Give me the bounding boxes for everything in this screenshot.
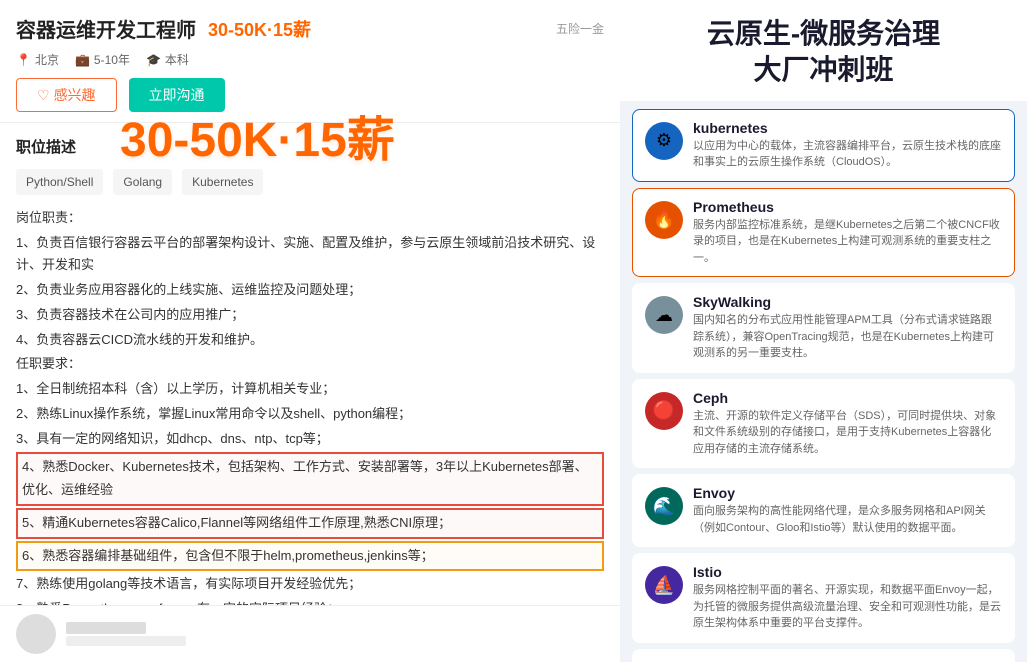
title-line2: 大厂冲刺班 bbox=[753, 54, 893, 85]
istio-desc: 服务网格控制平面的著名、开源实现，和数据平面Envoy一起，为托管的微服务提供高… bbox=[693, 582, 1002, 632]
req-6: 6、熟悉容器编排基础组件，包含但不限于helm,prometheus,jenki… bbox=[16, 541, 604, 572]
job-content: 岗位职责： 1、负责百信银行容器云平台的部署架构设计、实施、配置及维护，参与云原… bbox=[16, 207, 604, 654]
skywalking-desc: 国内知名的分布式应用性能管理APM工具（分布式请求链路跟踪系统），兼容OpenT… bbox=[693, 312, 1002, 362]
req-4: 4、熟悉Docker、Kubernetes技术，包括架构、工作方式、安装部署等，… bbox=[16, 452, 604, 506]
job-title: 容器运维开发工程师 bbox=[16, 14, 196, 43]
salary-tag: 30-50K·15薪 bbox=[208, 16, 311, 42]
istio-icon: ⛵ bbox=[645, 566, 683, 604]
istio-content: Istio 服务网格控制平面的著名、开源实现，和数据平面Envoy一起，为托管的… bbox=[693, 564, 1002, 632]
envoy-icon: 🌊 bbox=[645, 487, 683, 525]
experience-meta: 💼 5-10年 bbox=[75, 51, 130, 68]
ceph-title: Ceph bbox=[693, 390, 1002, 406]
role-2: 2、负责业务应用容器化的上线实施、运维监控及问题处理； bbox=[16, 279, 604, 302]
title-line1: 云原生-微服务治理 bbox=[707, 18, 940, 49]
job-body: 职位描述 Python/Shell Golang Kubernetes 岗位职责… bbox=[0, 123, 620, 655]
company-badge: 五险一金 bbox=[556, 20, 604, 37]
card-kubernetes[interactable]: ⚙ kubernetes 以应用为中心的载体，主流容器编排平台，云原生技术栈的底… bbox=[632, 109, 1015, 182]
kubernetes-desc: 以应用为中心的载体，主流容器编排平台，云原生技术栈的底座和事实上的云原生操作系统… bbox=[693, 138, 1002, 171]
req-3: 3、具有一定的网络知识，如dhcp、dns、ntp、tcp等； bbox=[16, 428, 604, 451]
location-value: 北京 bbox=[35, 51, 59, 68]
highlight-req-6: 6、熟悉容器编排基础组件，包含但不限于helm,prometheus,jenki… bbox=[16, 541, 604, 572]
highlight-req-5: 5、精通Kubernetes容器Calico,Flannel等网络组件工作原理,… bbox=[16, 508, 604, 539]
job-title-row: 容器运维开发工程师 30-50K·15薪 五险一金 bbox=[16, 14, 604, 43]
card-prometheus[interactable]: 🔥 Prometheus 服务内部监控标准系统，是继Kubernetes之后第二… bbox=[632, 188, 1015, 278]
profile-sub bbox=[66, 636, 186, 646]
ceph-desc: 主流、开源的软件定义存储平台（SDS），可同时提供块、对象和文件系统级别的存储接… bbox=[693, 408, 1002, 458]
right-header: 云原生-微服务治理 大厂冲刺班 bbox=[620, 0, 1027, 101]
ceph-icon: 🔴 bbox=[645, 392, 683, 430]
heart-icon: ♡ bbox=[37, 87, 50, 104]
contact-button[interactable]: 立即沟通 bbox=[129, 78, 225, 112]
req-label: 任职要求： bbox=[16, 353, 604, 376]
action-row: ♡ 感兴趣 立即沟通 bbox=[16, 78, 604, 112]
card-ceph[interactable]: 🔴 Ceph 主流、开源的软件定义存储平台（SDS），可同时提供块、对象和文件系… bbox=[632, 379, 1015, 469]
job-meta: 📍 北京 💼 5-10年 🎓 本科 bbox=[16, 51, 604, 68]
role-4: 4、负责容器云CICD流水线的开发和维护。 bbox=[16, 329, 604, 352]
avatar bbox=[16, 614, 56, 654]
card-skywalking[interactable]: ☁ SkyWalking 国内知名的分布式应用性能管理APM工具（分布式请求链路… bbox=[632, 283, 1015, 373]
prometheus-content: Prometheus 服务内部监控标准系统，是继Kubernetes之后第二个被… bbox=[693, 199, 1002, 267]
req-5: 5、精通Kubernetes容器Calico,Flannel等网络组件工作原理,… bbox=[16, 508, 604, 539]
location-icon: 📍 bbox=[16, 53, 31, 67]
briefcase-icon: 💼 bbox=[75, 53, 90, 67]
interest-label: 感兴趣 bbox=[54, 85, 96, 105]
interest-button[interactable]: ♡ 感兴趣 bbox=[16, 78, 117, 112]
envoy-content: Envoy 面向服务架构的高性能网络代理，是众多服务网格和API网关（例如Con… bbox=[693, 485, 1002, 536]
location-meta: 📍 北京 bbox=[16, 51, 59, 68]
profile-name bbox=[66, 622, 146, 634]
skywalking-icon: ☁ bbox=[645, 296, 683, 334]
tag-python: Python/Shell bbox=[16, 169, 103, 195]
contact-label: 立即沟通 bbox=[149, 87, 205, 103]
prometheus-title: Prometheus bbox=[693, 199, 1002, 215]
card-knative[interactable]: K Knative 云原生架构体系中Serverless平台的实现，帮助组织基于… bbox=[632, 649, 1015, 662]
req-7: 7、熟练使用golang等技术语言，有实际项目开发经验优先； bbox=[16, 573, 604, 596]
job-section-title: 职位描述 bbox=[16, 135, 604, 161]
right-header-title: 云原生-微服务治理 大厂冲刺班 bbox=[640, 16, 1007, 89]
cards-list: ⚙ kubernetes 以应用为中心的载体，主流容器编排平台，云原生技术栈的底… bbox=[620, 101, 1027, 662]
req-1: 1、全日制统招本科（含）以上学历，计算机相关专业； bbox=[16, 378, 604, 401]
graduate-icon: 🎓 bbox=[146, 53, 161, 67]
card-istio[interactable]: ⛵ Istio 服务网格控制平面的著名、开源实现，和数据平面Envoy一起，为托… bbox=[632, 553, 1015, 643]
envoy-desc: 面向服务架构的高性能网络代理，是众多服务网格和API网关（例如Contour、G… bbox=[693, 503, 1002, 536]
highlight-req-4: 4、熟悉Docker、Kubernetes技术，包括架构、工作方式、安装部署等，… bbox=[16, 452, 604, 506]
kubernetes-icon: ⚙ bbox=[645, 122, 683, 160]
req-2: 2、熟练Linux操作系统，掌握Linux常用命令以及shell、python编… bbox=[16, 403, 604, 426]
role-1: 1、负责百信银行容器云平台的部署架构设计、实施、配置及维护，参与云原生领域前沿技… bbox=[16, 232, 604, 278]
profile-row bbox=[0, 605, 620, 662]
card-envoy[interactable]: 🌊 Envoy 面向服务架构的高性能网络代理，是众多服务网格和API网关（例如C… bbox=[632, 474, 1015, 547]
tag-golang: Golang bbox=[113, 169, 172, 195]
education-value: 本科 bbox=[165, 51, 189, 68]
tags-row: Python/Shell Golang Kubernetes bbox=[16, 169, 604, 195]
prometheus-desc: 服务内部监控标准系统，是继Kubernetes之后第二个被CNCF收录的项目，也… bbox=[693, 217, 1002, 267]
right-panel: 云原生-微服务治理 大厂冲刺班 ⚙ kubernetes 以应用为中心的载体，主… bbox=[620, 0, 1027, 662]
prometheus-icon: 🔥 bbox=[645, 201, 683, 239]
role-label: 岗位职责： bbox=[16, 207, 604, 230]
skywalking-content: SkyWalking 国内知名的分布式应用性能管理APM工具（分布式请求链路跟踪… bbox=[693, 294, 1002, 362]
experience-value: 5-10年 bbox=[94, 51, 130, 68]
tag-kubernetes: Kubernetes bbox=[182, 169, 263, 195]
job-header: 容器运维开发工程师 30-50K·15薪 五险一金 📍 北京 💼 5-10年 🎓… bbox=[0, 0, 620, 123]
kubernetes-content: kubernetes 以应用为中心的载体，主流容器编排平台，云原生技术栈的底座和… bbox=[693, 120, 1002, 171]
skywalking-title: SkyWalking bbox=[693, 294, 1002, 310]
role-3: 3、负责容器技术在公司内的应用推广； bbox=[16, 304, 604, 327]
education-meta: 🎓 本科 bbox=[146, 51, 189, 68]
left-panel: 容器运维开发工程师 30-50K·15薪 五险一金 📍 北京 💼 5-10年 🎓… bbox=[0, 0, 620, 662]
ceph-content: Ceph 主流、开源的软件定义存储平台（SDS），可同时提供块、对象和文件系统级… bbox=[693, 390, 1002, 458]
profile-info bbox=[66, 622, 186, 646]
istio-title: Istio bbox=[693, 564, 1002, 580]
envoy-title: Envoy bbox=[693, 485, 1002, 501]
kubernetes-title: kubernetes bbox=[693, 120, 1002, 136]
